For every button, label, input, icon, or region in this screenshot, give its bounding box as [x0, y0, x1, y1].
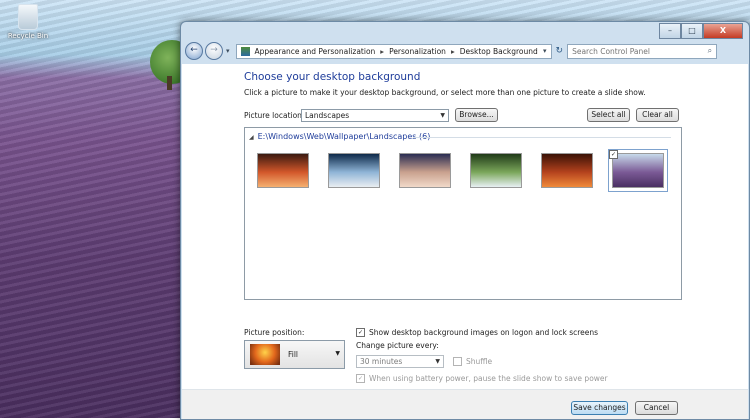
collapse-triangle-icon[interactable]: ◢	[249, 134, 254, 141]
group-title: E:\Windows\Web\Wallpaper\Landscapes (6)	[257, 132, 431, 141]
recycle-bin[interactable]: Recycle Bin	[6, 4, 50, 40]
shuffle-row[interactable]: Shuffle	[453, 357, 492, 366]
breadcrumb-appearance[interactable]: Appearance and Personalization	[255, 47, 376, 56]
recycle-bin-icon	[18, 4, 38, 30]
content-pane: Choose your desktop background Click a p…	[182, 64, 748, 419]
interval-select[interactable]: 30 minutes ▼	[356, 355, 444, 368]
back-button[interactable]: ←	[185, 42, 203, 60]
breadcrumb-desktop-background[interactable]: Desktop Background	[460, 47, 538, 56]
search-input[interactable]	[572, 46, 708, 56]
picture-location-label: Picture location:	[244, 111, 305, 120]
search-box[interactable]: ⌕	[567, 43, 718, 59]
picture-position-value: Fill	[288, 350, 299, 359]
group-divider	[413, 137, 671, 138]
battery-checkbox[interactable]: ✓	[356, 374, 365, 383]
shuffle-label: Shuffle	[466, 357, 493, 366]
address-bar[interactable]: Appearance and Personalization ▸ Persona…	[235, 43, 552, 59]
wallpaper-thumbnail[interactable]: ✓	[608, 149, 668, 192]
refresh-icon[interactable]: ↻	[556, 46, 564, 56]
recent-pages-dropdown[interactable]: ▾	[226, 47, 230, 55]
group-header[interactable]: ◢ E:\Windows\Web\Wallpaper\Landscapes (6)	[249, 132, 430, 141]
show-on-logon-label: Show desktop background images on logon …	[369, 328, 599, 337]
dropdown-arrow-icon: ▼	[435, 358, 440, 365]
fill-preview-image	[250, 344, 280, 365]
wallpaper-thumbnail[interactable]	[399, 153, 451, 188]
picture-location-value: Landscapes	[305, 111, 350, 120]
close-button[interactable]: X	[703, 23, 743, 39]
desktop-background-window: – □ X ← → ▾ Appearance and Personalizati…	[180, 21, 750, 420]
wallpaper-thumbnail[interactable]	[328, 153, 380, 188]
wallpaper-thumbnail[interactable]	[541, 153, 593, 188]
picture-position-label: Picture position:	[244, 328, 305, 337]
recycle-bin-label: Recycle Bin	[7, 32, 49, 40]
change-every-label: Change picture every:	[356, 341, 439, 350]
footer-bar: Save changes Cancel	[182, 389, 748, 419]
maximize-button[interactable]: □	[681, 23, 703, 39]
breadcrumb-personalization[interactable]: Personalization	[389, 47, 446, 56]
show-on-logon-row[interactable]: ✓ Show desktop background images on logo…	[356, 328, 598, 337]
forward-button[interactable]: →	[205, 42, 223, 60]
clear-all-button[interactable]: Clear all	[636, 108, 679, 122]
browse-button[interactable]: Browse...	[455, 108, 498, 122]
picture-position-select[interactable]: Fill ▼	[244, 340, 345, 369]
dropdown-arrow-icon: ▼	[335, 350, 340, 357]
cancel-button[interactable]: Cancel	[635, 401, 678, 415]
thumbnail-checkbox[interactable]: ✓	[609, 150, 618, 159]
wallpaper-thumbnail[interactable]	[257, 153, 309, 188]
battery-row[interactable]: ✓ When using battery power, pause the sl…	[356, 374, 608, 383]
picture-location-select[interactable]: Landscapes ▼	[301, 109, 449, 122]
control-panel-icon	[240, 46, 250, 56]
caption-buttons: – □ X	[659, 23, 743, 39]
wallpaper-tree-trunk	[167, 76, 172, 90]
interval-value: 30 minutes	[360, 357, 403, 366]
magnifier-icon[interactable]: ⌕	[708, 46, 712, 56]
select-all-button[interactable]: Select all	[587, 108, 630, 122]
wallpaper-thumbnail[interactable]	[470, 153, 522, 188]
breadcrumb-separator-icon[interactable]: ▸	[451, 47, 455, 56]
navigation-bar: ← → ▾ Appearance and Personalization ▸ P…	[181, 40, 749, 62]
page-subtitle: Click a picture to make it your desktop …	[244, 88, 646, 97]
show-on-logon-checkbox[interactable]: ✓	[356, 328, 365, 337]
picture-gallery: ◢ E:\Windows\Web\Wallpaper\Landscapes (6)…	[244, 127, 682, 300]
battery-label: When using battery power, pause the slid…	[369, 374, 608, 383]
save-changes-button[interactable]: Save changes	[571, 401, 628, 415]
page-title: Choose your desktop background	[244, 71, 421, 83]
address-dropdown-icon[interactable]: ▾	[543, 47, 547, 55]
minimize-button[interactable]: –	[659, 23, 681, 39]
shuffle-checkbox[interactable]	[453, 357, 462, 366]
dropdown-arrow-icon: ▼	[440, 112, 445, 119]
breadcrumb-separator-icon[interactable]: ▸	[380, 47, 384, 56]
